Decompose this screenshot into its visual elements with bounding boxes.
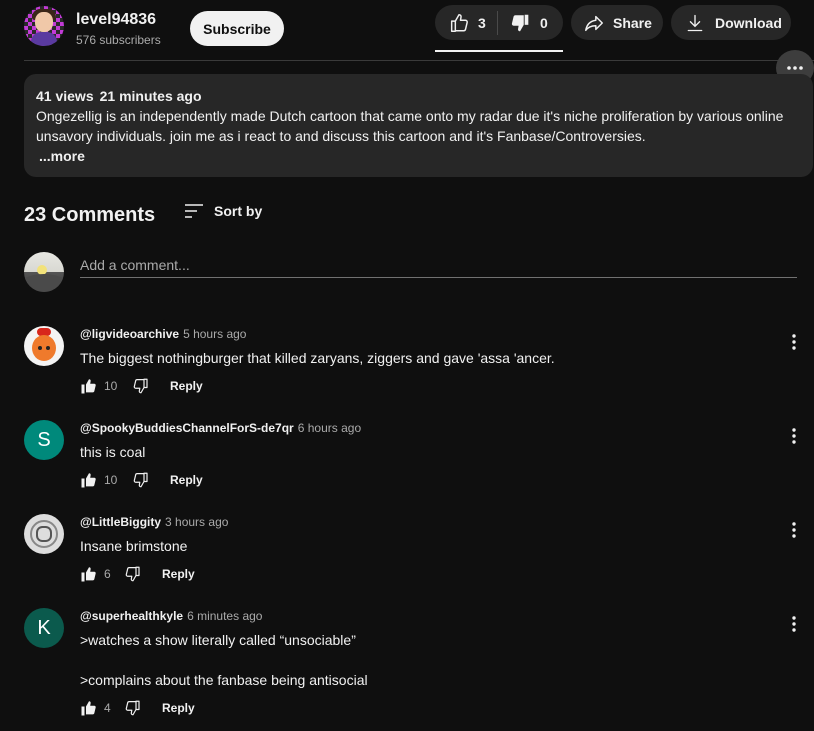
comment-like-count: 10: [104, 379, 118, 393]
commenter-avatar[interactable]: K: [24, 608, 64, 648]
add-comment-input[interactable]: [80, 253, 797, 278]
comment-actions: 10 Reply: [80, 470, 203, 490]
comment-time[interactable]: 6 hours ago: [298, 421, 361, 435]
commenter-avatar[interactable]: [24, 326, 64, 366]
reply-button[interactable]: Reply: [162, 567, 195, 581]
upload-time: 21 minutes ago: [99, 88, 202, 104]
reply-button[interactable]: Reply: [170, 473, 203, 487]
comments-count: 23 Comments: [24, 203, 156, 226]
thumbs-down-icon: [510, 12, 532, 34]
share-arrow-icon: [583, 12, 605, 34]
comment-like-count: 6: [104, 567, 111, 581]
download-label: Download: [715, 14, 782, 31]
comment-time[interactable]: 6 minutes ago: [187, 609, 262, 623]
thumbs-up-icon[interactable]: [80, 699, 98, 717]
comment-author[interactable]: @ligvideoarchive: [80, 327, 179, 341]
like-count: 3: [478, 14, 486, 31]
comment-text: The biggest nothingburger that killed za…: [80, 350, 555, 366]
comment-time[interactable]: 3 hours ago: [165, 515, 228, 529]
share-label: Share: [613, 14, 652, 31]
comment-item: @LittleBiggity 3 hours ago Insane brimsto…: [24, 514, 814, 594]
subscriber-count: 576 subscribers: [76, 33, 161, 47]
download-button[interactable]: Download: [671, 5, 791, 40]
comment-menu-button[interactable]: [784, 330, 804, 354]
sort-by-button[interactable]: Sort by: [184, 203, 262, 219]
comment-menu-button[interactable]: [784, 612, 804, 636]
comment-text: this is coal: [80, 444, 146, 460]
show-more-link[interactable]: ...more: [39, 146, 801, 166]
description-text: Ongezellig is an independently made Dutc…: [36, 108, 784, 144]
comment-menu-button[interactable]: [784, 518, 804, 542]
like-active-indicator: [435, 50, 563, 52]
comment-author[interactable]: @SpookyBuddiesChannelForS-de7qr: [80, 421, 294, 435]
description-box[interactable]: 41 views 21 minutes ago Ongezellig is an …: [24, 74, 813, 177]
comment-author[interactable]: @LittleBiggity: [80, 515, 161, 529]
share-button[interactable]: Share: [571, 5, 663, 40]
more-vertical-icon: [792, 428, 796, 444]
thumbs-down-icon[interactable]: [124, 565, 142, 583]
commenter-avatar[interactable]: S: [24, 420, 64, 460]
comment-actions: 10 Reply: [80, 376, 203, 396]
thumbs-up-icon[interactable]: [80, 565, 98, 583]
comment-line: >watches a show literally called “unsoci…: [80, 632, 356, 648]
comment-item: K @superhealthkyle 6 minutes ago >watches…: [24, 608, 814, 728]
comment-line-blank: [80, 650, 368, 670]
sort-lines-icon: [184, 203, 204, 219]
comments-header: 23 Comments Sort by: [24, 200, 262, 230]
thumbs-down-icon[interactable]: [124, 699, 142, 717]
dislike-button[interactable]: 0: [498, 5, 548, 40]
more-vertical-icon: [792, 616, 796, 632]
like-button[interactable]: 3: [435, 5, 497, 40]
thumbs-up-icon[interactable]: [80, 377, 98, 395]
description-meta: 41 views 21 minutes ago: [36, 86, 801, 106]
dislike-count: 0: [540, 14, 548, 31]
reply-button[interactable]: Reply: [162, 701, 195, 715]
comment-like-count: 4: [104, 701, 111, 715]
more-vertical-icon: [792, 334, 796, 350]
comment-time[interactable]: 5 hours ago: [183, 327, 246, 341]
thumbs-up-icon: [448, 12, 470, 34]
view-count: 41 views: [36, 88, 94, 104]
reply-button[interactable]: Reply: [170, 379, 203, 393]
comment-actions: 4 Reply: [80, 698, 195, 718]
more-vertical-icon: [792, 522, 796, 538]
current-user-avatar: [24, 252, 64, 292]
more-horizontal-icon: [786, 65, 804, 71]
thumbs-down-icon[interactable]: [132, 377, 150, 395]
comment-line: >complains about the fanbase being antis…: [80, 672, 368, 688]
thumbs-up-icon[interactable]: [80, 471, 98, 489]
sort-by-label: Sort by: [214, 203, 263, 219]
comment-actions: 6 Reply: [80, 564, 195, 584]
thumbs-down-icon[interactable]: [132, 471, 150, 489]
comment-item: @ligvideoarchive 5 hours ago The biggest …: [24, 326, 814, 406]
divider: [24, 60, 814, 61]
comment-text: Insane brimstone: [80, 538, 188, 554]
comment-menu-button[interactable]: [784, 424, 804, 448]
comment-author[interactable]: @superhealthkyle: [80, 609, 183, 623]
download-icon: [685, 13, 705, 33]
subscribe-button[interactable]: Subscribe: [190, 11, 284, 46]
channel-avatar[interactable]: [24, 6, 64, 46]
comment-text: >watches a show literally called “unsoci…: [80, 630, 368, 690]
commenter-avatar[interactable]: [24, 514, 64, 554]
channel-name[interactable]: level94836: [76, 11, 156, 29]
like-dislike-group: 3 0: [435, 5, 563, 40]
comment-like-count: 10: [104, 473, 118, 487]
comment-item: S @SpookyBuddiesChannelForS-de7qr 6 hours…: [24, 420, 814, 500]
